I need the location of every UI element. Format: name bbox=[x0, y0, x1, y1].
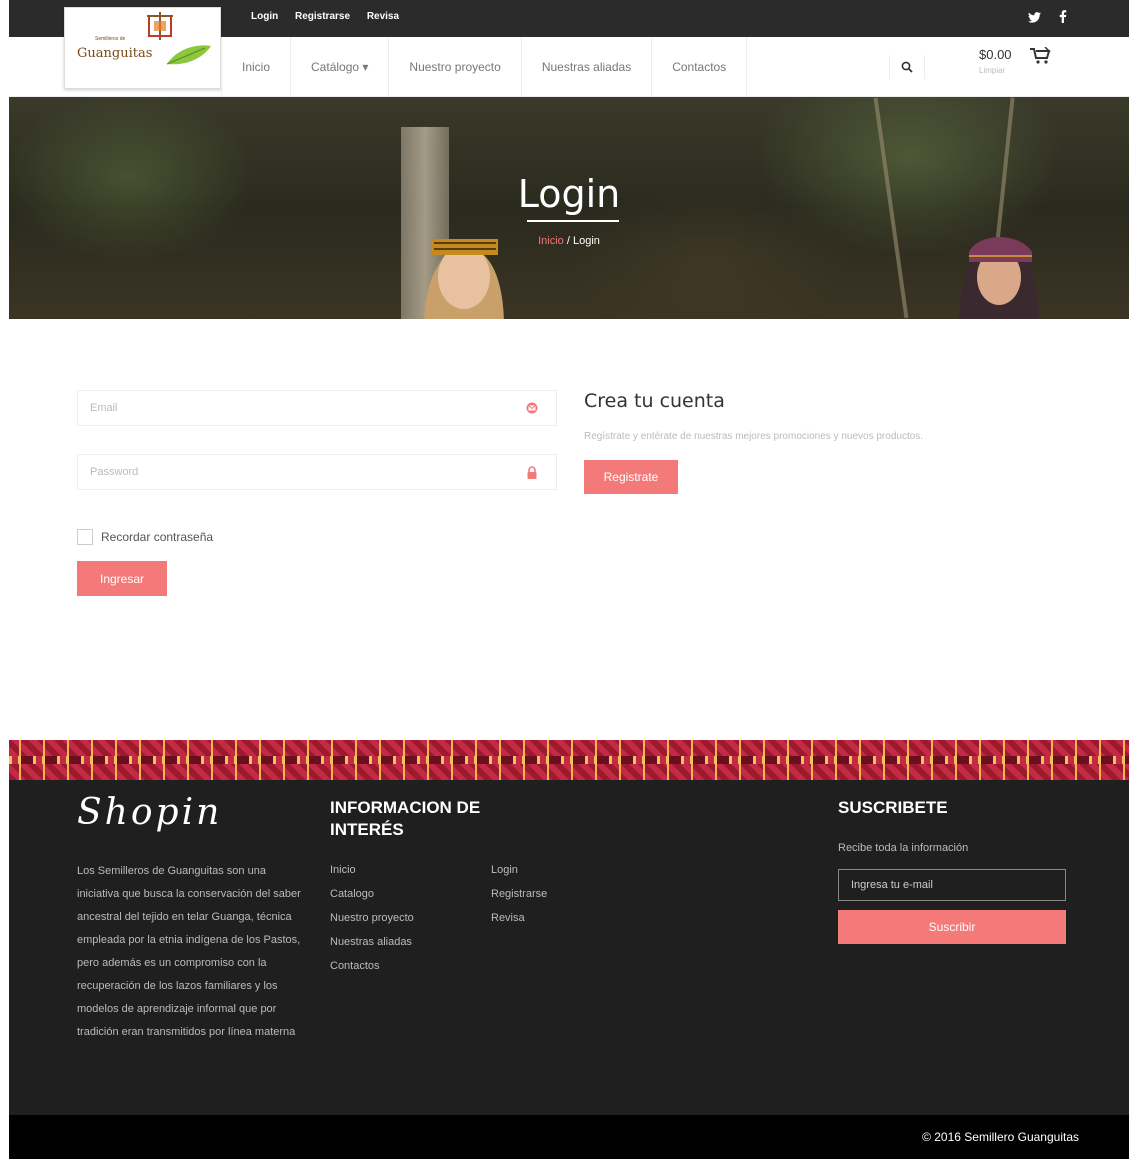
login-submit-button[interactable]: Ingresar bbox=[77, 561, 167, 596]
subscribe-email-input[interactable] bbox=[838, 869, 1066, 901]
social-links bbox=[1014, 10, 1067, 26]
subscribe-button[interactable]: Suscribir bbox=[838, 910, 1066, 944]
facebook-icon[interactable] bbox=[1059, 10, 1067, 26]
footer-pattern-band bbox=[9, 740, 1129, 780]
page-title: Login bbox=[517, 172, 621, 216]
footer-info-col1: Inicio Catalogo Nuestro proyecto Nuestra… bbox=[330, 858, 414, 978]
footer-pattern-stripe bbox=[9, 756, 1129, 764]
footer-info-col2: Login Registrarse Revisa bbox=[491, 858, 547, 930]
leaf-icon bbox=[166, 45, 211, 65]
cart-total: $0.00 bbox=[979, 47, 1012, 62]
cart-widget[interactable]: $0.00 Limpiar bbox=[979, 47, 1051, 75]
password-field-wrapper bbox=[77, 454, 557, 490]
lock-icon bbox=[527, 466, 537, 479]
register-button[interactable]: Registrate bbox=[584, 460, 678, 494]
search-button[interactable] bbox=[889, 55, 925, 79]
create-account-title: Crea tu cuenta bbox=[584, 390, 725, 412]
footer-link-inicio[interactable]: Inicio bbox=[330, 858, 414, 882]
cart-clear-link[interactable]: Limpiar bbox=[979, 66, 1012, 75]
top-link-review[interactable]: Revisa bbox=[367, 11, 399, 22]
breadcrumb-home[interactable]: Inicio bbox=[538, 235, 564, 247]
remember-checkbox[interactable] bbox=[77, 529, 93, 545]
remember-me[interactable]: Recordar contraseña bbox=[77, 529, 213, 545]
footer-link-catalogo[interactable]: Catalogo bbox=[330, 882, 414, 906]
footer-link-registrarse[interactable]: Registrarse bbox=[491, 882, 547, 906]
top-link-login[interactable]: Login bbox=[251, 11, 278, 22]
logo-subtitle: Semilleros de bbox=[95, 36, 126, 42]
copyright-text: © 2016 Semillero Guanguitas bbox=[922, 1130, 1079, 1144]
twitter-icon[interactable] bbox=[1028, 11, 1045, 26]
password-input[interactable] bbox=[78, 455, 498, 489]
search-icon bbox=[901, 61, 913, 73]
footer-bottom-bar: © 2016 Semillero Guanguitas bbox=[9, 1115, 1129, 1159]
logo-name: Guanguitas bbox=[77, 46, 153, 61]
footer-link-revisa[interactable]: Revisa bbox=[491, 906, 547, 930]
breadcrumb: Inicio / Login bbox=[9, 235, 1129, 247]
footer-info-title: INFORMACION DE INTERÉS bbox=[330, 798, 481, 839]
cart-icon bbox=[1030, 47, 1051, 64]
hero-banner: Login Inicio / Login bbox=[9, 97, 1129, 319]
footer-brand: Shopin bbox=[77, 792, 223, 833]
footer-about-text: Los Semilleros de Guanguitas son una ini… bbox=[77, 865, 301, 1038]
nav-item-proyecto[interactable]: Nuestro proyecto bbox=[388, 37, 520, 97]
nav-item-aliadas[interactable]: Nuestras aliadas bbox=[520, 37, 651, 97]
email-field-wrapper bbox=[77, 390, 557, 426]
top-link-register[interactable]: Registrarse bbox=[295, 11, 350, 22]
email-input[interactable] bbox=[78, 391, 498, 425]
main-header: Semilleros de Guanguitas Inicio Catálogo… bbox=[9, 7, 1129, 97]
nav-item-contactos[interactable]: Contactos bbox=[651, 37, 748, 97]
breadcrumb-current: Login bbox=[572, 235, 600, 247]
footer-link-proyecto[interactable]: Nuestro proyecto bbox=[330, 906, 414, 930]
create-account-text: Regístrate y entérate de nuestras mejore… bbox=[584, 431, 924, 442]
footer-link-login[interactable]: Login bbox=[491, 858, 547, 882]
top-links: Login Registrarse Revisa bbox=[251, 11, 413, 22]
loom-icon bbox=[147, 12, 173, 40]
footer-link-contactos[interactable]: Contactos bbox=[330, 954, 414, 978]
envelope-icon bbox=[526, 402, 538, 414]
main-nav: Inicio Catálogo ▾ Nuestro proyecto Nuest… bbox=[221, 37, 748, 97]
nav-item-inicio[interactable]: Inicio bbox=[221, 37, 290, 97]
breadcrumb-separator: / bbox=[563, 235, 573, 247]
footer-subscribe-title: SUSCRIBETE bbox=[838, 798, 948, 817]
footer-subscribe-text: Recibe toda la información bbox=[838, 842, 969, 854]
footer-link-aliadas[interactable]: Nuestras aliadas bbox=[330, 930, 414, 954]
hero-woman-left bbox=[424, 239, 504, 319]
nav-item-catalogo[interactable]: Catálogo ▾ bbox=[290, 37, 388, 97]
site-logo[interactable]: Semilleros de Guanguitas bbox=[64, 7, 221, 89]
remember-label: Recordar contraseña bbox=[101, 530, 214, 544]
footer: Shopin Los Semilleros de Guanguitas son … bbox=[9, 780, 1129, 1115]
title-underline bbox=[527, 220, 619, 222]
